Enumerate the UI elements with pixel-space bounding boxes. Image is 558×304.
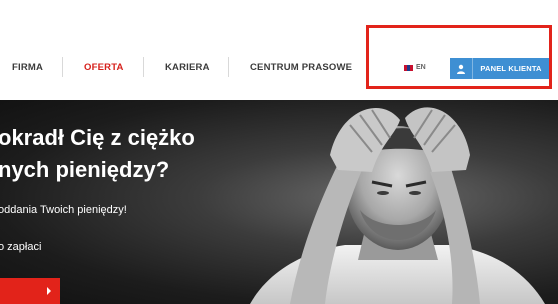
nav-separator	[228, 57, 229, 77]
nav-item-kariera[interactable]: KARIERA	[165, 62, 210, 73]
nav-separator	[62, 57, 63, 77]
nav-item-firma[interactable]: FIRMA	[12, 62, 43, 73]
hero-title-line-2: nych pieniędzy?	[0, 157, 170, 182]
hero-banner: okradł Cię z ciężko nych pieniędzy? odda…	[0, 100, 558, 304]
hero-subtitle: oddania Twoich pieniędzy!	[0, 204, 127, 216]
top-navigation: FIRMA OFERTA KARIERA CENTRUM PRASOWE EN …	[0, 0, 558, 100]
nav-item-centrum-prasowe[interactable]: CENTRUM PRASOWE	[250, 62, 352, 73]
hero-title-line-1: okradł Cię z ciężko	[0, 125, 195, 150]
nav-item-oferta[interactable]: OFERTA	[84, 62, 124, 73]
highlight-box	[366, 25, 552, 89]
hero-cta-button[interactable]	[0, 278, 60, 304]
nav-separator	[143, 57, 144, 77]
hero-title: okradł Cię z ciężko nych pieniędzy?	[0, 122, 298, 186]
arrow-right-icon	[46, 282, 52, 300]
hero-subtitle-2: o zapłaci	[0, 241, 42, 253]
